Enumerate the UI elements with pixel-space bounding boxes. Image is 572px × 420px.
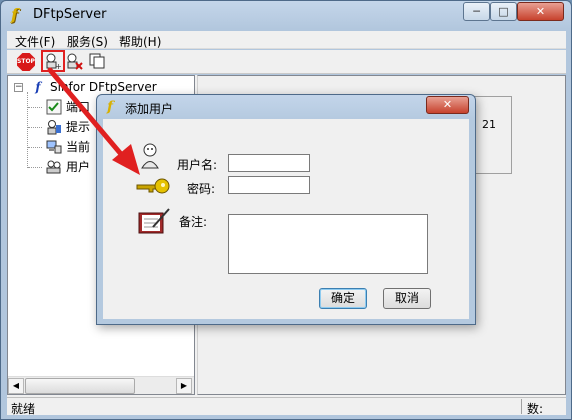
minimize-button[interactable]: ─ bbox=[463, 2, 490, 21]
password-input[interactable] bbox=[228, 176, 310, 194]
server-logo-icon: f bbox=[35, 80, 41, 94]
dialog-logo-icon: f bbox=[107, 99, 114, 115]
close-button[interactable]: ✕ bbox=[517, 2, 564, 21]
copy-button[interactable] bbox=[87, 52, 107, 72]
tree-connector bbox=[27, 92, 28, 168]
menu-file[interactable]: 文件(F) bbox=[15, 33, 55, 50]
tree-collapse-toggle[interactable]: − bbox=[14, 83, 23, 92]
tree-item-label: 当前 bbox=[66, 140, 91, 154]
menu-bar: 文件(F) 服务(S) 帮助(H) bbox=[7, 31, 566, 49]
scroll-right-icon[interactable]: ▶ bbox=[176, 378, 192, 394]
copy-icon bbox=[88, 53, 106, 74]
scroll-thumb[interactable] bbox=[25, 378, 135, 394]
status-divider bbox=[521, 399, 522, 414]
stop-icon[interactable]: STOP bbox=[17, 53, 35, 71]
remark-textarea[interactable] bbox=[228, 214, 428, 274]
status-ready: 就绪 bbox=[11, 402, 36, 416]
toolbar: STOP + bbox=[7, 50, 566, 74]
tree-connector bbox=[28, 107, 42, 108]
window-title: DFtpServer bbox=[33, 7, 107, 22]
dialog-body: 用户名: 密码: 备注: 确定 取消 bbox=[103, 119, 469, 319]
remark-label: 备注: bbox=[179, 215, 208, 229]
svg-text:+: + bbox=[55, 62, 62, 70]
add-user-button[interactable]: + bbox=[41, 50, 65, 72]
tree-item-label: 用户 bbox=[66, 160, 91, 174]
username-input[interactable] bbox=[228, 154, 310, 172]
computer-icon bbox=[46, 139, 62, 155]
checklist-icon bbox=[46, 99, 62, 115]
tree-item-label: 提示 bbox=[66, 120, 91, 134]
maximize-button[interactable]: □ bbox=[490, 2, 517, 21]
tree-connector bbox=[28, 167, 42, 168]
tree-item-label: 端口 bbox=[66, 100, 91, 114]
menu-help[interactable]: 帮助(H) bbox=[119, 33, 161, 50]
tree-connector bbox=[28, 147, 42, 148]
status-bar: 就绪 数: bbox=[7, 397, 566, 416]
tree-connector bbox=[28, 127, 42, 128]
delete-user-button[interactable] bbox=[64, 52, 84, 72]
app-logo-icon: f bbox=[11, 5, 18, 24]
dialog-title: 添加用户 bbox=[125, 102, 174, 116]
username-label: 用户名: bbox=[177, 158, 218, 172]
user-info-icon bbox=[46, 119, 62, 135]
title-bar[interactable]: f DFtpServer ─ □ ✕ bbox=[1, 1, 571, 29]
notebook-pen-icon bbox=[137, 207, 173, 238]
users-icon bbox=[46, 159, 62, 175]
horizontal-scrollbar[interactable]: ◀ ▶ bbox=[8, 376, 194, 394]
port-value-partial: 21 bbox=[482, 118, 496, 131]
add-user-dialog: f 添加用户 ✕ 用户名: 密码: 备注: 确定 取消 bbox=[96, 94, 476, 325]
password-label: 密码: bbox=[187, 182, 216, 196]
add-user-icon: + bbox=[44, 53, 62, 74]
menu-service[interactable]: 服务(S) bbox=[67, 33, 108, 50]
user-icon bbox=[139, 143, 161, 172]
delete-user-icon bbox=[65, 53, 83, 74]
key-icon bbox=[133, 175, 173, 200]
ok-button[interactable]: 确定 bbox=[319, 288, 367, 309]
dialog-close-button[interactable]: ✕ bbox=[426, 96, 469, 114]
status-count: 数: bbox=[527, 402, 544, 416]
cancel-button[interactable]: 取消 bbox=[383, 288, 431, 309]
scroll-left-icon[interactable]: ◀ bbox=[8, 378, 24, 394]
